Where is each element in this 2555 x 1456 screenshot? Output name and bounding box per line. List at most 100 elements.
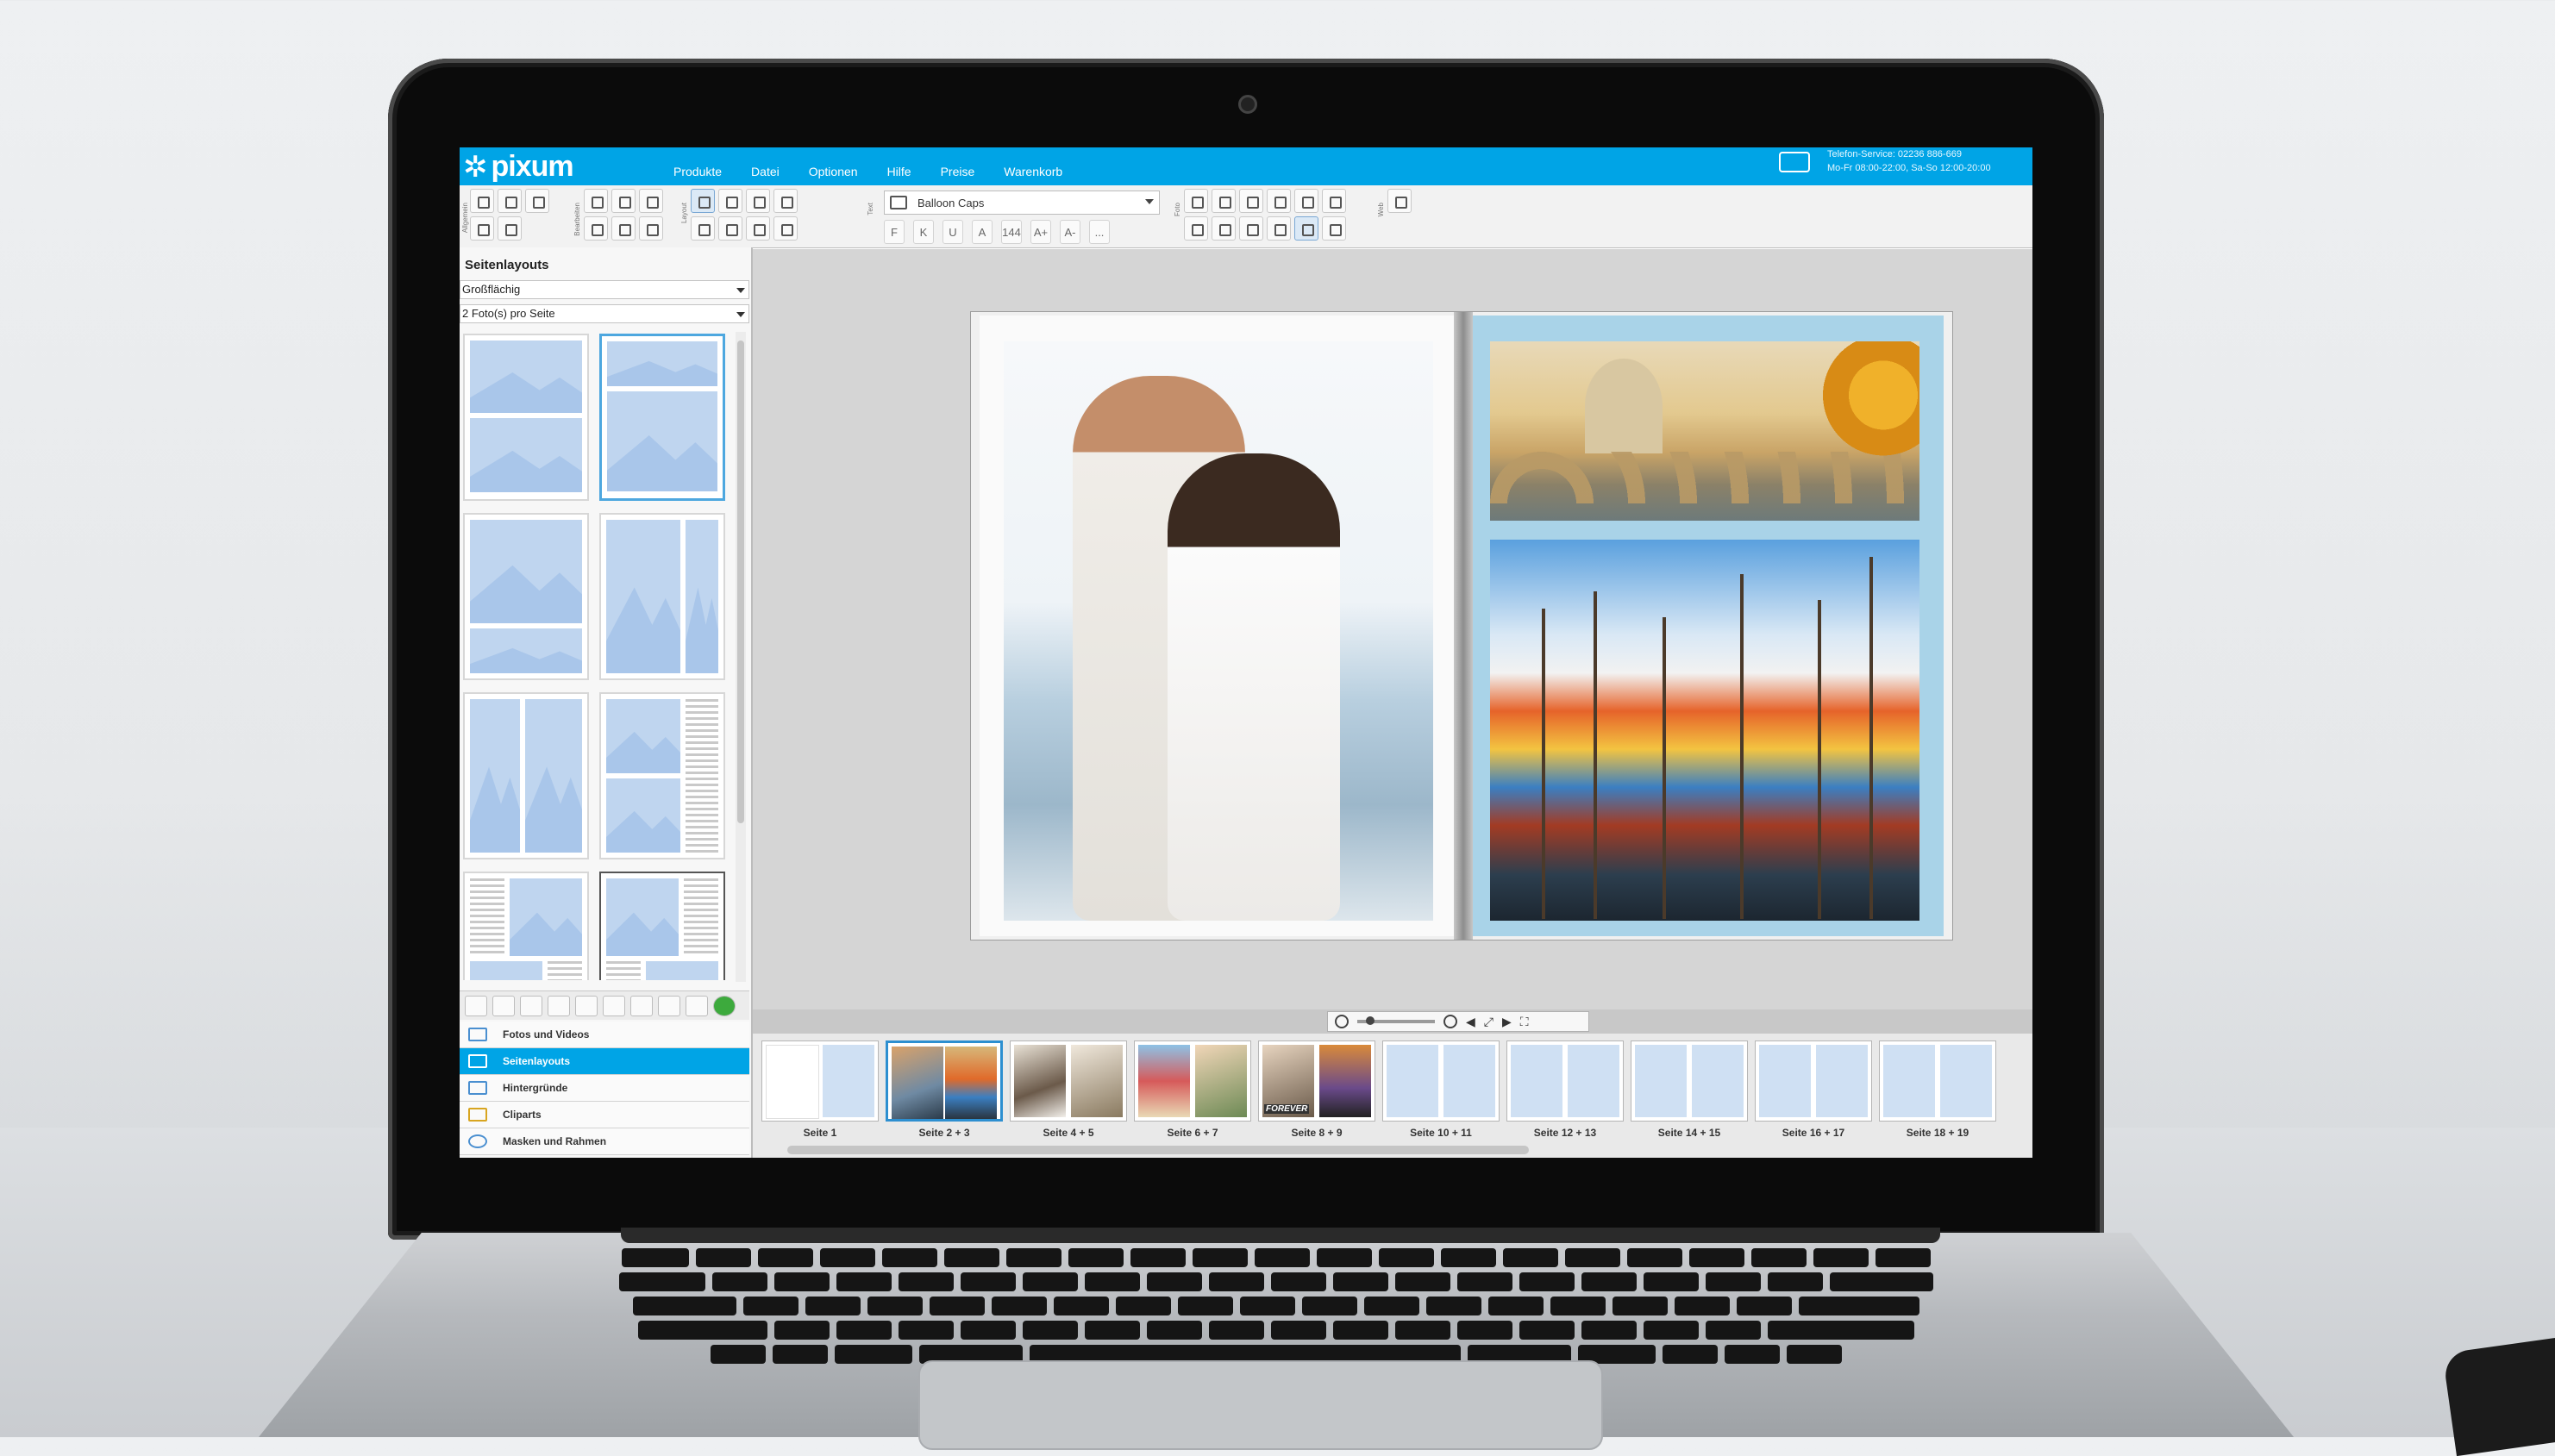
web-upload-icon[interactable]: [1387, 189, 1412, 213]
send-back-icon[interactable]: [773, 189, 798, 213]
group-layout: [691, 189, 798, 241]
page-thumb-2-3[interactable]: [886, 1040, 1003, 1122]
view-layout-3-icon[interactable]: [575, 995, 598, 1016]
bring-front-icon[interactable]: [746, 189, 770, 213]
filter-icon[interactable]: [1239, 189, 1263, 213]
more-photo-icon[interactable]: [1322, 216, 1346, 241]
zoom-out-icon[interactable]: [1335, 1015, 1349, 1028]
page-right[interactable]: [1464, 316, 1944, 936]
zoom-in-icon[interactable]: [1443, 1015, 1457, 1028]
next-page-icon[interactable]: ▶: [1502, 1015, 1512, 1029]
replace-photo-icon[interactable]: [1294, 189, 1318, 213]
zoom-out-icon[interactable]: [465, 995, 487, 1016]
layout-thumb-5[interactable]: [463, 692, 589, 859]
cut-icon[interactable]: [584, 216, 608, 241]
view-layout-5-icon[interactable]: [630, 995, 653, 1016]
view-layout-2-icon[interactable]: [548, 995, 570, 1016]
magnet-icon[interactable]: [691, 216, 715, 241]
fit-page-icon[interactable]: ⤢: [1484, 1015, 1494, 1029]
nav-fotos-und-videos[interactable]: Fotos und Videos: [460, 1022, 749, 1048]
page-thumb-16-17[interactable]: [1755, 1040, 1872, 1122]
globe-icon[interactable]: [713, 995, 736, 1016]
settings-gear-icon[interactable]: [498, 216, 522, 241]
more-text-button[interactable]: ...: [1089, 220, 1110, 244]
layout-thumb-7[interactable]: [463, 872, 589, 980]
effects-icon[interactable]: [1322, 189, 1346, 213]
pixum-logo[interactable]: ✲ pixum: [463, 150, 574, 184]
print-icon[interactable]: [470, 216, 494, 241]
fullscreen-icon[interactable]: ⛶: [1520, 1015, 1529, 1029]
copy-icon[interactable]: [611, 216, 636, 241]
menu-produkte[interactable]: Produkte: [673, 165, 722, 178]
edit-photo-icon[interactable]: [1212, 189, 1236, 213]
page-left[interactable]: [980, 316, 1461, 936]
photo-rome[interactable]: [1490, 341, 1919, 521]
menu-hilfe[interactable]: Hilfe: [887, 165, 911, 178]
menu-warenkorb[interactable]: Warenkorb: [1004, 165, 1062, 178]
font-size-field[interactable]: 144: [1001, 220, 1022, 244]
redo-icon[interactable]: [611, 189, 636, 213]
crop-icon[interactable]: [1267, 189, 1291, 213]
page-label: Seite 14 + 15: [1657, 1127, 1721, 1139]
nav-masken-und-rahmen[interactable]: Masken und Rahmen: [460, 1128, 749, 1155]
page-thumb-18-19[interactable]: [1879, 1040, 1996, 1122]
help-icon[interactable]: [525, 189, 549, 213]
menu-preise[interactable]: Preise: [941, 165, 975, 178]
view-layout-6-icon[interactable]: [658, 995, 680, 1016]
align-icon[interactable]: [746, 216, 770, 241]
layout-style-select[interactable]: Großflächig: [460, 280, 749, 299]
photos-per-page-select[interactable]: 2 Foto(s) pro Seite: [460, 304, 749, 323]
table-icon[interactable]: [1267, 216, 1291, 241]
page-thumb-4-5[interactable]: [1010, 1040, 1127, 1122]
open-icon[interactable]: [498, 189, 522, 213]
prev-page-icon[interactable]: ◀: [1466, 1015, 1475, 1029]
photo-couple[interactable]: [1004, 341, 1433, 921]
paste-icon[interactable]: [639, 216, 663, 241]
font-shrink-button[interactable]: A-: [1060, 220, 1080, 244]
layout-thumb-2[interactable]: [599, 334, 725, 501]
zoom-slider[interactable]: [1357, 1016, 1435, 1025]
group-icon[interactable]: [718, 216, 742, 241]
rotate-icon[interactable]: [718, 189, 742, 213]
menu-optionen[interactable]: Optionen: [809, 165, 858, 178]
layout-thumb-8[interactable]: [599, 872, 725, 980]
font-grow-button[interactable]: A+: [1030, 220, 1051, 244]
select-tool-icon[interactable]: [691, 189, 715, 213]
bold-button[interactable]: F: [884, 220, 905, 244]
layout-thumb-4[interactable]: [599, 513, 725, 680]
photo-harbor[interactable]: [1490, 540, 1919, 921]
nav-cliparts[interactable]: Cliparts: [460, 1102, 749, 1128]
add-photo-icon[interactable]: [1184, 189, 1208, 213]
italic-button[interactable]: K: [913, 220, 934, 244]
view-layout-4-icon[interactable]: [603, 995, 625, 1016]
font-color-button[interactable]: A: [972, 220, 993, 244]
frame-icon[interactable]: [1184, 216, 1208, 241]
layout-thumb-3[interactable]: [463, 513, 589, 680]
page-thumb-6-7[interactable]: [1134, 1040, 1251, 1122]
mask-icon[interactable]: [1212, 216, 1236, 241]
envelope-phone-icon[interactable]: [1779, 152, 1810, 172]
page-thumb-1[interactable]: [761, 1040, 879, 1122]
more-layout-icon[interactable]: [773, 216, 798, 241]
view-layout-1-icon[interactable]: [520, 995, 542, 1016]
undo-icon[interactable]: [584, 189, 608, 213]
view-layout-7-icon[interactable]: [686, 995, 708, 1016]
delete-icon[interactable]: [639, 189, 663, 213]
shadow-icon[interactable]: [1239, 216, 1263, 241]
save-icon[interactable]: [470, 189, 494, 213]
layout-thumb-6[interactable]: [599, 692, 725, 859]
zoom-in-icon[interactable]: [492, 995, 515, 1016]
page-thumb-12-13[interactable]: [1506, 1040, 1624, 1122]
page-strip-scrollbar[interactable]: [787, 1146, 1529, 1154]
font-select[interactable]: Balloon Caps: [884, 191, 1160, 215]
layout-thumb-1[interactable]: [463, 334, 589, 501]
nav-hintergruende[interactable]: Hintergründe: [460, 1075, 749, 1102]
page-thumb-8-9[interactable]: FOREVER: [1258, 1040, 1375, 1122]
thumbnails-scrollbar[interactable]: [736, 332, 746, 982]
page-thumb-10-11[interactable]: [1382, 1040, 1500, 1122]
fill-icon[interactable]: [1294, 216, 1318, 241]
underline-button[interactable]: U: [942, 220, 963, 244]
page-thumb-14-15[interactable]: [1631, 1040, 1748, 1122]
nav-seitenlayouts[interactable]: Seitenlayouts: [460, 1048, 749, 1075]
menu-datei[interactable]: Datei: [751, 165, 780, 178]
